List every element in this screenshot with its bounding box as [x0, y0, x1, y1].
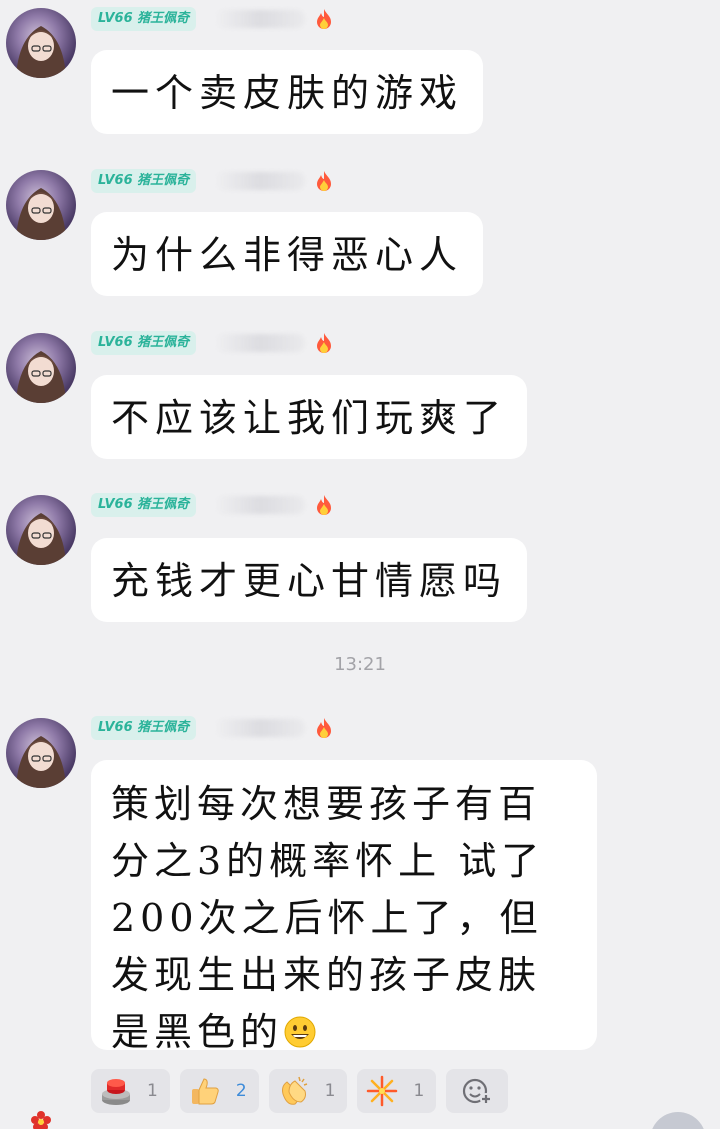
add-reaction-button[interactable] — [446, 1069, 509, 1113]
thumbs-up-icon — [191, 1078, 219, 1105]
fire-icon — [312, 716, 336, 740]
avatar[interactable] — [6, 333, 76, 403]
timestamp: 13:21 — [334, 654, 386, 675]
reaction-fireworks[interactable]: 1 — [357, 1069, 437, 1113]
level-badge: LV66 猪王佩奇 — [91, 169, 197, 193]
message-bubble[interactable]: 充钱才更心甘情愿吗 — [91, 538, 528, 622]
scroll-to-bottom-button[interactable] — [650, 1112, 706, 1129]
level-badge: LV66 猪王佩奇 — [91, 493, 197, 517]
clapping-hands-icon — [281, 1076, 307, 1105]
avatar[interactable] — [6, 170, 76, 240]
fire-icon — [312, 331, 336, 355]
reaction-thumbs-up[interactable]: 2 — [179, 1069, 259, 1113]
flower-icon — [30, 1110, 52, 1129]
reaction-clapping-hands[interactable]: 1 — [268, 1069, 348, 1113]
message-bubble[interactable]: 为什么非得恶心人 — [91, 212, 484, 296]
reaction-bar: 1 2 1 1 — [91, 1069, 509, 1115]
username-blurred — [215, 719, 305, 737]
message-text: 策划每次想要孩子有百分之3的概率怀上 试了200次之后怀上了，但发现生出来的孩子… — [111, 782, 545, 1054]
level-badge: LV66 猪王佩奇 — [91, 7, 197, 31]
reaction-count: 1 — [324, 1081, 336, 1101]
add-emoji-icon — [463, 1078, 493, 1105]
username-blurred — [215, 10, 305, 28]
avatar[interactable] — [6, 8, 76, 78]
fire-icon — [312, 169, 336, 193]
fire-icon — [312, 7, 336, 31]
red-button-icon — [102, 1079, 130, 1105]
reaction-count: 1 — [413, 1081, 425, 1101]
avatar[interactable] — [6, 495, 76, 565]
grinning-face-icon — [284, 1016, 316, 1048]
level-badge: LV66 猪王佩奇 — [91, 331, 197, 355]
chat-view: LV66 猪王佩奇 一个卖皮肤的游戏 LV66 猪王佩奇 为什么非得恶心人 LV… — [0, 0, 720, 1129]
username-blurred — [215, 334, 305, 352]
level-badge: LV66 猪王佩奇 — [91, 716, 197, 740]
username-blurred — [215, 496, 305, 514]
avatar[interactable] — [6, 718, 76, 788]
fireworks-icon — [367, 1075, 398, 1107]
message-bubble[interactable]: 不应该让我们玩爽了 — [91, 375, 528, 459]
reaction-count: 1 — [147, 1081, 158, 1101]
message-bubble[interactable]: 一个卖皮肤的游戏 — [91, 50, 484, 134]
reaction-count: 2 — [235, 1081, 247, 1101]
reaction-red-button[interactable]: 1 — [91, 1069, 170, 1113]
username-blurred — [215, 172, 305, 190]
message-bubble[interactable]: 策划每次想要孩子有百分之3的概率怀上 试了200次之后怀上了，但发现生出来的孩子… — [91, 760, 597, 1054]
fire-icon — [312, 493, 336, 517]
